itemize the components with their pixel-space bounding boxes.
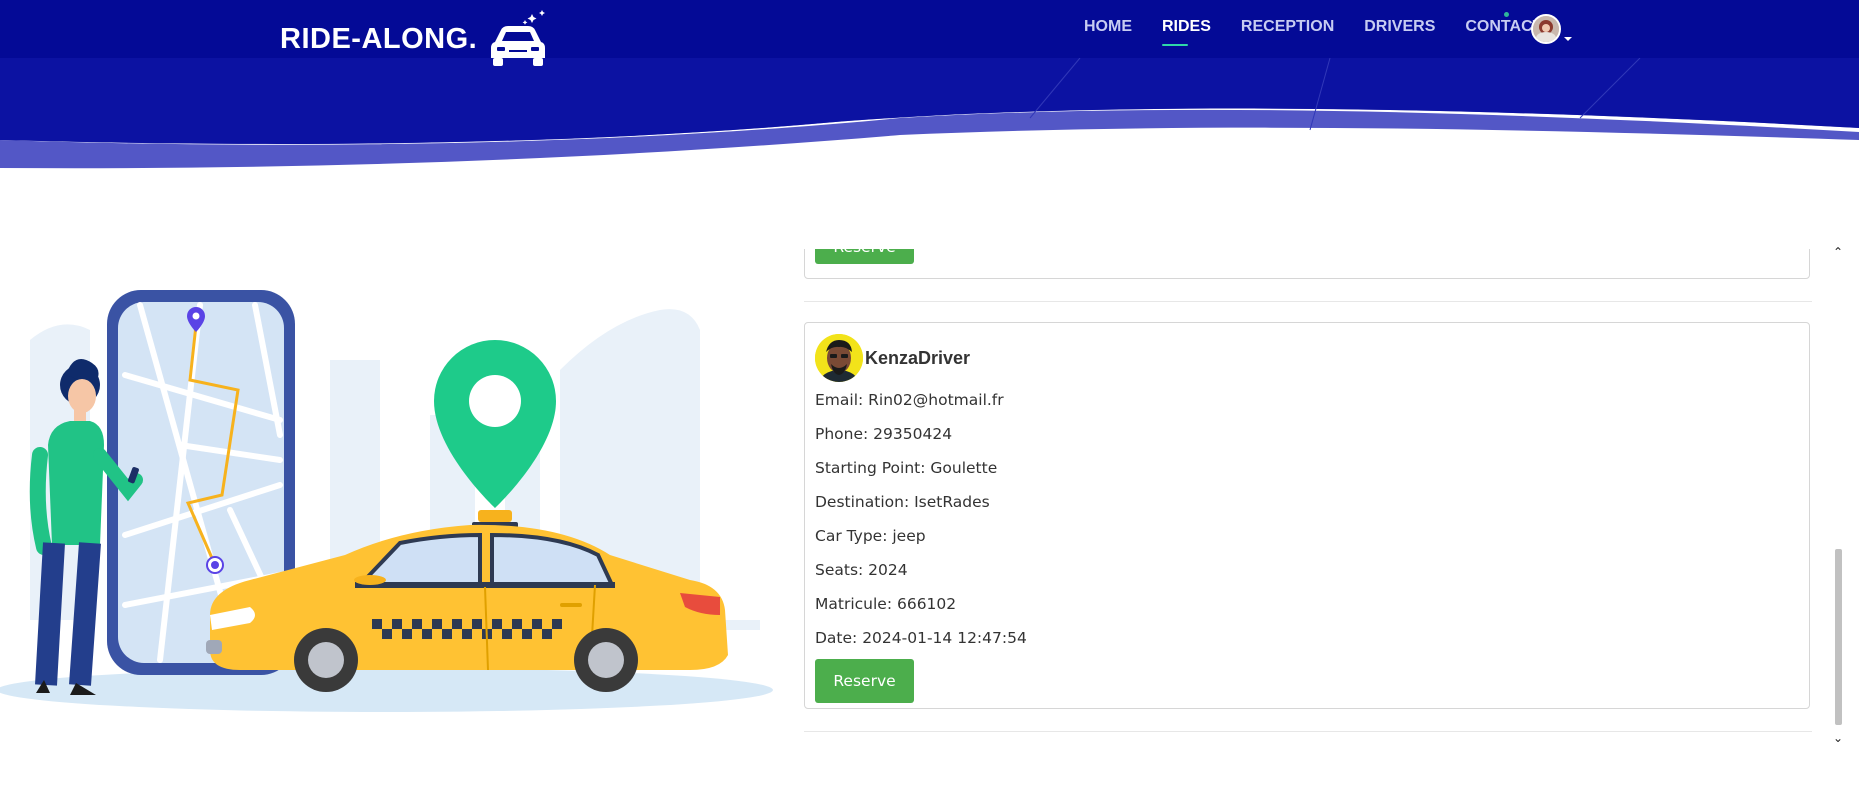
matricule: Matricule: 666102: [815, 595, 957, 613]
driver-email: Email: Rin02@hotmail.fr: [815, 391, 1004, 409]
chevron-up-icon[interactable]: ⌃: [1833, 245, 1843, 259]
driver-phone: Phone: 29350424: [815, 425, 953, 443]
taxi-car-icon: [491, 10, 546, 66]
brand-name: RIDE-ALONG.: [280, 22, 478, 55]
car-type: Car Type: jeep: [815, 527, 926, 545]
chevron-down-icon[interactable]: ⌄: [1833, 731, 1843, 745]
divider: [804, 731, 1812, 732]
chevron-down-icon: [1564, 37, 1572, 41]
driver-avatar: [815, 334, 863, 382]
user-avatar: [1531, 14, 1561, 44]
destination: Destination: IsetRades: [815, 493, 990, 511]
brand-logo[interactable]: RIDE-ALONG.: [280, 10, 549, 68]
reserve-button[interactable]: Reserve: [815, 659, 914, 703]
notification-dot: [1504, 12, 1509, 17]
scrollbar-thumb[interactable]: [1835, 549, 1842, 725]
nav-drivers[interactable]: DRIVERS: [1364, 18, 1435, 36]
driver-header: KenzaDriver: [815, 333, 1799, 383]
divider: [804, 301, 1812, 302]
main-nav: HOME RIDES RECEPTION DRIVERS CONTACT: [1084, 18, 1542, 46]
nav-rides[interactable]: RIDES: [1162, 18, 1211, 46]
rides-scrollbar[interactable]: ⌃ ⌄: [1829, 245, 1847, 749]
seats: Seats: 2024: [815, 561, 908, 579]
top-navbar: RIDE-ALONG. HOME RIDES RECEPTION DRIVERS…: [0, 0, 1859, 66]
driver-name: KenzaDriver: [865, 347, 971, 368]
ride-card-previous: Reserve: [804, 249, 1810, 279]
nav-reception[interactable]: RECEPTION: [1241, 18, 1334, 36]
reserve-button-previous[interactable]: Reserve: [815, 249, 914, 264]
starting-point: Starting Point: Goulette: [815, 459, 998, 477]
ride-date: Date: 2024-01-14 12:47:54: [815, 629, 1027, 647]
ride-card: KenzaDriver Email: Rin02@hotmail.fr Phon…: [804, 322, 1810, 709]
user-menu[interactable]: [1531, 14, 1572, 44]
taxi-hero-illustration: [0, 290, 773, 712]
rides-list: Reserve KenzaDriver Email: Rin02@hotmail…: [804, 249, 1812, 749]
nav-home[interactable]: HOME: [1084, 18, 1132, 36]
